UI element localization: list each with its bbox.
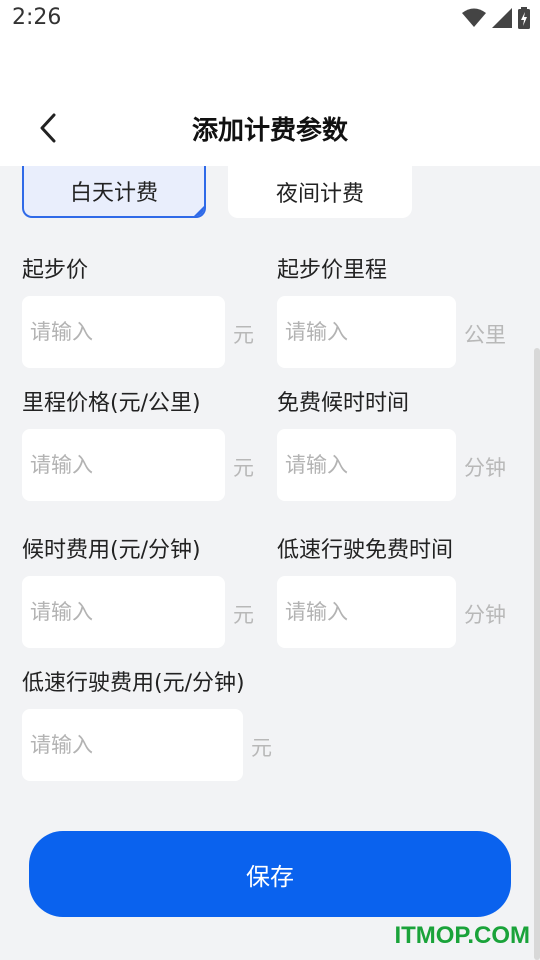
watermark: ITMOP.COM xyxy=(394,922,530,949)
low-speed-free-time-label: 低速行驶免费时间 xyxy=(277,538,454,563)
low-speed-fee-input[interactable] xyxy=(22,709,243,781)
status-icons xyxy=(462,7,530,29)
low-speed-free-time-input[interactable] xyxy=(277,576,456,648)
tab-day-billing[interactable]: 白天计费 xyxy=(22,166,206,218)
tab-night-billing[interactable]: 夜间计费 xyxy=(228,166,412,218)
free-wait-time-input[interactable] xyxy=(277,429,456,501)
wifi-icon xyxy=(462,8,486,27)
wait-fee-unit: 元 xyxy=(233,603,254,627)
low-speed-fee-unit: 元 xyxy=(251,736,272,760)
selected-corner-indicator xyxy=(194,206,204,216)
page-title: 添加计费参数 xyxy=(191,116,348,146)
battery-icon xyxy=(518,7,530,29)
mileage-price-label: 里程价格(元/公里) xyxy=(22,391,201,416)
free-wait-time-label: 免费候时时间 xyxy=(277,391,410,416)
status-time: 2:26 xyxy=(12,5,62,30)
start-price-unit: 元 xyxy=(233,323,254,347)
header: 添加计费参数 xyxy=(0,40,540,166)
free-wait-time-unit: 分钟 xyxy=(464,456,506,480)
start-mileage-unit: 公里 xyxy=(464,323,506,347)
scrollbar[interactable] xyxy=(534,348,540,960)
start-price-input[interactable] xyxy=(22,296,225,368)
start-mileage-input[interactable] xyxy=(277,296,456,368)
status-bar: 2:26 xyxy=(0,0,540,40)
save-button[interactable]: 保存 xyxy=(29,831,511,917)
start-price-label: 起步价 xyxy=(22,258,89,283)
low-speed-fee-label: 低速行驶费用(元/分钟) xyxy=(22,671,245,696)
mileage-price-unit: 元 xyxy=(233,456,254,480)
wait-fee-label: 候时费用(元/分钟) xyxy=(22,538,201,563)
signal-icon xyxy=(492,8,512,28)
wait-fee-input[interactable] xyxy=(22,576,225,648)
tab-day-label: 白天计费 xyxy=(69,181,158,206)
tab-night-label: 夜间计费 xyxy=(275,182,364,207)
mileage-price-input[interactable] xyxy=(22,429,225,501)
start-mileage-label: 起步价里程 xyxy=(277,258,388,283)
low-speed-free-time-unit: 分钟 xyxy=(464,603,506,627)
